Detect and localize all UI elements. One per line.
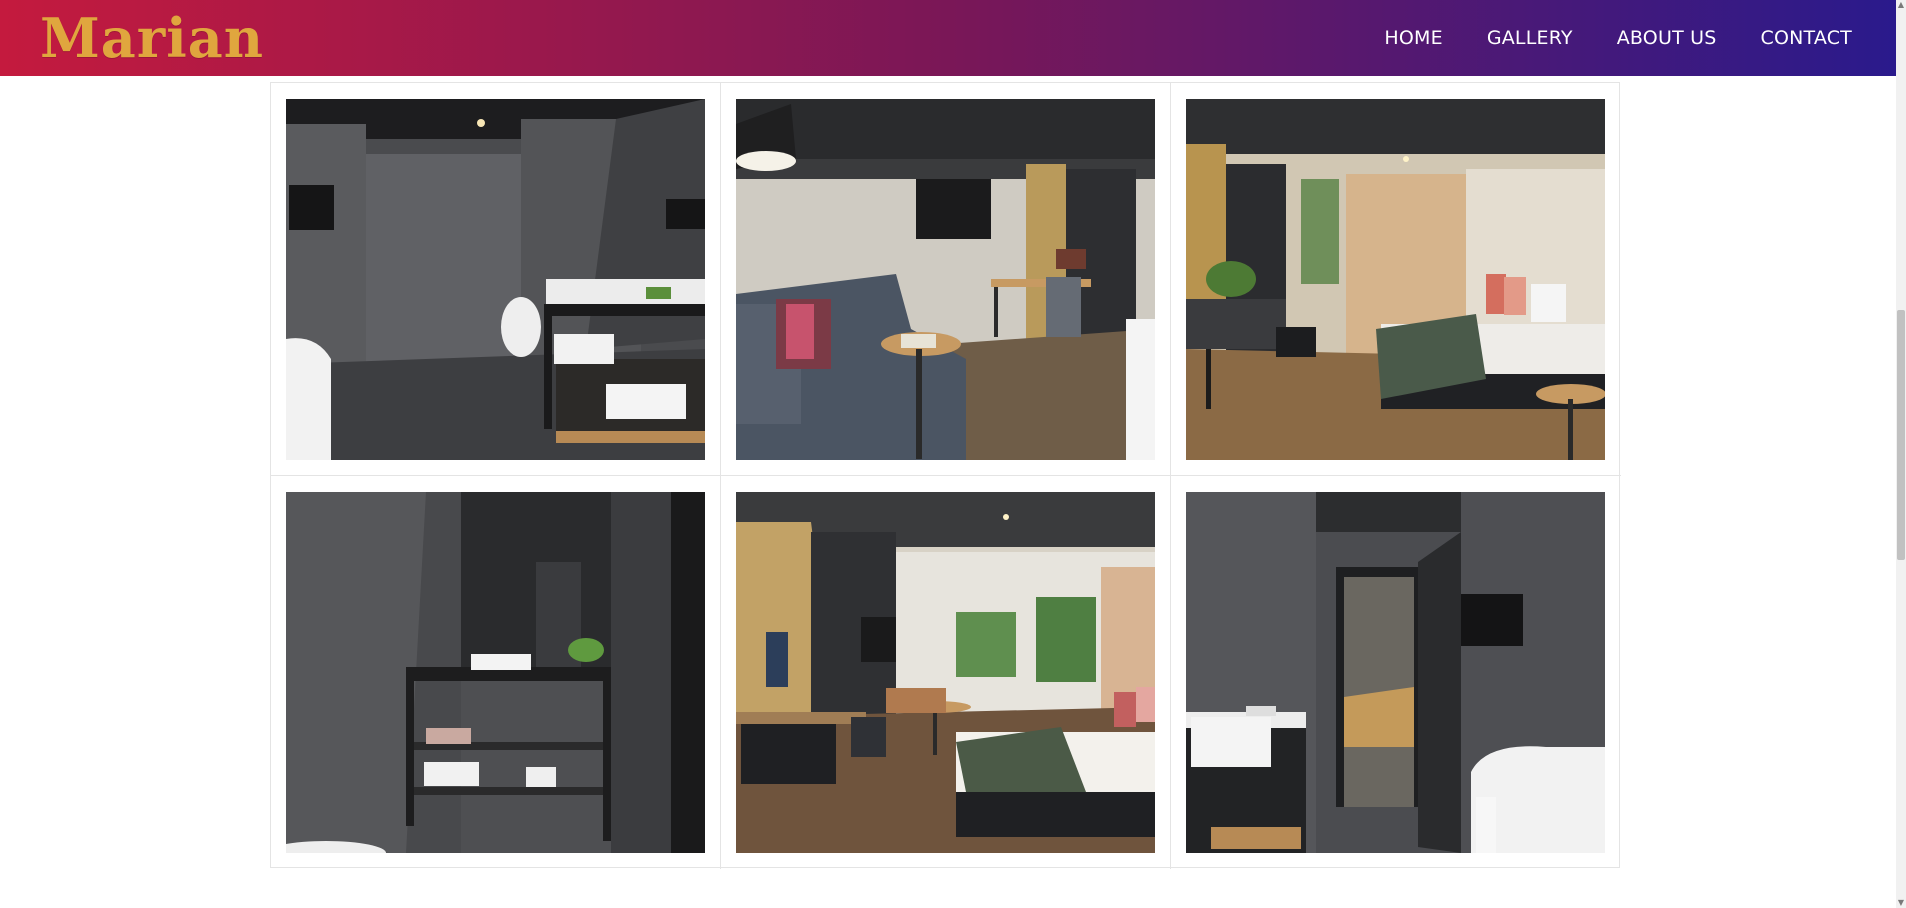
page-scrollbar[interactable]: ▲ ▼: [1896, 0, 1906, 908]
gallery-cell: [721, 83, 1171, 476]
brand-logo[interactable]: Marian: [40, 6, 264, 70]
gallery-photo-bedroom-tv[interactable]: [736, 492, 1155, 853]
photo-room-sofa-image: [736, 99, 1155, 460]
photo-bathroom-vanity-image: [286, 492, 705, 853]
page: Marian HOME GALLERY ABOUT US CONTACT ▲ ▼: [0, 0, 1906, 908]
triangle-up-icon[interactable]: ▲: [1896, 0, 1906, 10]
nav-link-contact[interactable]: CONTACT: [1760, 27, 1852, 49]
gallery-cell: [1171, 476, 1621, 869]
gallery-photo-bathroom-shower[interactable]: [286, 99, 705, 460]
gallery-cell: [271, 83, 721, 476]
photo-bedroom-window-image: [1186, 99, 1605, 460]
nav-menu: HOME GALLERY ABOUT US CONTACT: [1384, 27, 1852, 49]
gallery-photo-room-sofa[interactable]: [736, 99, 1155, 460]
gallery-grid: [270, 82, 1621, 869]
gallery-photo-bathroom-bathtub[interactable]: [1186, 492, 1605, 853]
nav-link-home[interactable]: HOME: [1384, 27, 1442, 49]
photo-bathroom-bathtub-image: [1186, 492, 1605, 853]
triangle-down-icon[interactable]: ▼: [1896, 898, 1906, 908]
gallery-cell: [1171, 83, 1621, 476]
nav-link-about-us[interactable]: ABOUT US: [1617, 27, 1717, 49]
nav-link-gallery[interactable]: GALLERY: [1487, 27, 1573, 49]
gallery-photo-bedroom-window[interactable]: [1186, 99, 1605, 460]
gallery-cell: [721, 476, 1171, 869]
scrollbar-thumb[interactable]: [1897, 310, 1905, 560]
gallery-photo-bathroom-vanity[interactable]: [286, 492, 705, 853]
navbar: Marian HOME GALLERY ABOUT US CONTACT: [0, 0, 1896, 76]
gallery-cell: [271, 476, 721, 869]
photo-bathroom-shower-image: [286, 99, 705, 460]
photo-bedroom-tv-image: [736, 492, 1155, 853]
